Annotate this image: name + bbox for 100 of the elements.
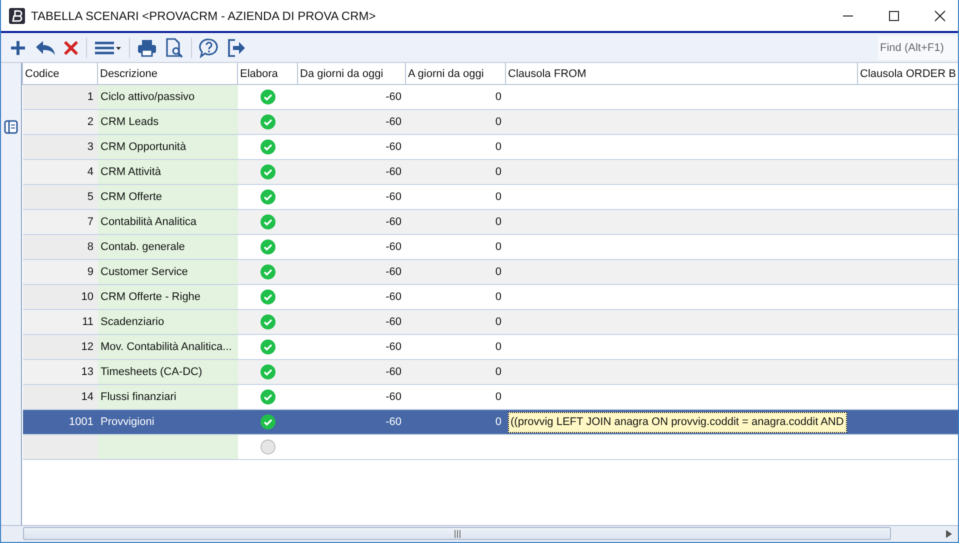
exit-icon[interactable] [226, 38, 246, 58]
table-row[interactable]: 2 CRM Leads -60 0 [22, 110, 958, 134]
table-cell: -60 [386, 366, 402, 378]
table-cell: 0 [495, 91, 502, 103]
check-icon[interactable] [260, 339, 276, 355]
check-icon[interactable] [260, 314, 276, 330]
check-icon[interactable] [260, 89, 276, 105]
table-cell: -60 [386, 291, 402, 303]
check-icon[interactable] [260, 389, 276, 405]
column-header[interactable]: Clausola ORDER B [858, 63, 958, 84]
table-cell: Timesheets (CA-DC) [100, 366, 202, 378]
close-icon[interactable] [934, 10, 946, 22]
printer-icon[interactable] [137, 38, 157, 56]
window-title: TABELLA SCENARI <PROVACRM - AZIENDA DI PROVA CRM> [31, 8, 376, 22]
table-cell: 0 [495, 116, 502, 128]
check-icon[interactable] [260, 364, 276, 380]
table-cell: -60 [386, 141, 402, 153]
table-row[interactable]: 12 Mov. Contabilità Analitica... -60 0 [22, 334, 958, 360]
table-cell: 1001 [69, 416, 94, 428]
menu-icon[interactable] [94, 40, 122, 56]
column-header[interactable]: Elabora [238, 63, 298, 84]
delete-icon[interactable] [63, 40, 79, 56]
table-row[interactable]: 10 CRM Offerte - Righe -60 0 [22, 284, 958, 310]
table-cell: 0 [495, 216, 502, 228]
table-cell: 0 [495, 241, 502, 253]
table-cell: -60 [386, 116, 402, 128]
empty-circle-icon[interactable] [260, 439, 276, 455]
record-icon[interactable] [4, 120, 18, 134]
table-cell: Provvigioni [100, 416, 154, 428]
table-cell: 0 [495, 416, 502, 428]
table-cell: 0 [495, 316, 502, 328]
table-cell: 0 [495, 266, 502, 278]
table-cell: -60 [386, 416, 402, 428]
table-cell: Flussi finanziari [100, 391, 176, 403]
table-cell: -60 [386, 266, 402, 278]
table-row[interactable]: 1 Ciclo attivo/passivo -60 0 [22, 84, 958, 110]
table-cell: Contabilità Analitica [100, 216, 197, 228]
table-cell: 4 [87, 166, 94, 178]
check-icon[interactable] [260, 189, 276, 205]
table-row[interactable]: 11 Scadenziario -60 0 [22, 310, 958, 334]
check-icon[interactable] [260, 239, 276, 255]
table-cell: 0 [495, 141, 502, 153]
check-icon[interactable] [260, 289, 276, 305]
table-cell: Customer Service [100, 266, 188, 278]
table-cell: 11 [82, 316, 94, 328]
check-icon[interactable] [260, 414, 276, 430]
undo-icon[interactable] [34, 40, 56, 56]
maximize-icon[interactable] [888, 10, 900, 22]
find-field[interactable]: Find (Alt+F1) [878, 36, 958, 60]
table-row[interactable]: 1001 Provvigioni -60 0 ((provvig LEFT JOIN anagra ON provvig.coddit = anagra.coddit AND [22, 410, 958, 434]
column-header[interactable]: Descrizione [98, 63, 238, 84]
table-row[interactable]: 9 Customer Service -60 0 [22, 260, 958, 284]
column-header[interactable]: Da giorni da oggi [298, 63, 406, 84]
table-cell: -60 [386, 91, 402, 103]
table-row[interactable]: 4 CRM Attività -60 0 [22, 160, 958, 184]
table-cell: CRM Attività [100, 166, 162, 178]
table-cell: CRM Opportunità [100, 141, 186, 153]
table-row[interactable]: 13 Timesheets (CA-DC) -60 0 [22, 360, 958, 384]
check-icon[interactable] [260, 214, 276, 230]
table-row[interactable]: 3 CRM Opportunità -60 0 [22, 134, 958, 160]
table-row[interactable]: 5 CRM Offerte -60 0 [22, 184, 958, 210]
document-search-icon[interactable] [164, 38, 184, 58]
table-cell: CRM Leads [100, 116, 159, 128]
table-cell: 3 [87, 141, 94, 153]
add-icon[interactable] [9, 38, 27, 56]
table-cell: Scadenziario [100, 316, 164, 328]
table-cell: 14 [81, 391, 94, 403]
table-cell: 0 [495, 366, 502, 378]
table-cell: 8 [87, 241, 94, 253]
table-cell: 1 [87, 91, 94, 103]
table-cell: 0 [495, 341, 502, 353]
table-cell: 5 [87, 191, 94, 203]
table-row[interactable]: 8 Contab. generale -60 0 [22, 234, 958, 260]
scroll-right-icon[interactable] [946, 530, 952, 538]
help-icon[interactable] [199, 38, 219, 58]
table-cell: 0 [495, 166, 502, 178]
column-header[interactable]: Clausola FROM [506, 63, 858, 84]
table-cell: CRM Offerte - Righe [100, 291, 201, 303]
grip-icon [454, 530, 460, 538]
table-cell: 7 [87, 216, 94, 228]
table-cell: 13 [81, 366, 94, 378]
column-header[interactable]: Codice [22, 63, 98, 84]
table-cell: Ciclo attivo/passivo [100, 91, 195, 103]
check-icon[interactable] [260, 114, 276, 130]
check-icon[interactable] [260, 139, 276, 155]
table-cell: -60 [386, 316, 402, 328]
table-row[interactable] [22, 434, 958, 460]
table-cell: 0 [495, 191, 502, 203]
table-row[interactable]: 14 Flussi finanziari -60 0 [22, 384, 958, 410]
table-cell: -60 [386, 191, 402, 203]
table-row[interactable]: 7 Contabilità Analitica -60 0 [22, 210, 958, 234]
table-cell: 10 [81, 291, 94, 303]
check-icon[interactable] [260, 264, 276, 280]
table-cell: -60 [386, 241, 402, 253]
column-header[interactable]: A giorni da oggi [406, 63, 506, 84]
table-cell: 12 [81, 341, 94, 353]
table-cell: -60 [386, 216, 402, 228]
table-cell: Contab. generale [100, 241, 185, 253]
check-icon[interactable] [260, 164, 276, 180]
edit-field[interactable]: ((provvig LEFT JOIN anagra ON provvig.coddit = anagra.coddit AND [508, 412, 847, 432]
